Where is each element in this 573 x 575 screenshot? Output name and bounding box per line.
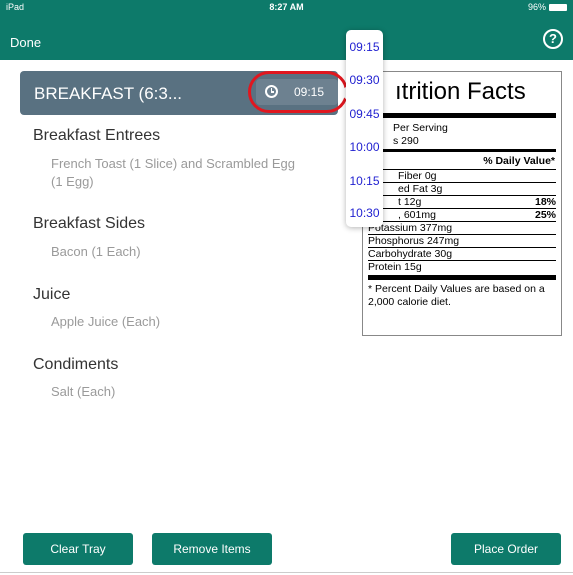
section-item: (1 Egg) (51, 174, 94, 189)
nutrition-footnote: * Percent Daily Values are based on a 2,… (368, 283, 545, 308)
time-option[interactable]: 10:15 (346, 174, 383, 188)
nutrient-row: Potassium 377mg (368, 221, 556, 234)
nav-bar: Done ? (0, 14, 573, 60)
nutrient-label: t 12g (398, 196, 422, 208)
time-dropdown: 09:15 09:30 09:45 10:00 10:15 10:30 (346, 30, 383, 227)
nutrition-divider (368, 113, 556, 118)
nutrient-label: , 601mg (398, 209, 436, 221)
nutrition-calories: s 290 (393, 135, 419, 147)
section-item: French Toast (1 Slice) and Scrambled Egg (51, 156, 295, 171)
nutrient-label: Phosphorus 247mg (368, 235, 460, 247)
help-icon[interactable]: ? (543, 29, 563, 49)
time-option[interactable]: 10:30 (346, 206, 383, 220)
nutrient-row: Phosphorus 247mg (368, 234, 556, 247)
section-item: Salt (Each) (51, 384, 116, 399)
section-item: Apple Juice (Each) (51, 314, 161, 329)
nutrient-label: Fiber 0g (398, 170, 437, 182)
meal-title: BREAKFAST (6:3... (34, 84, 183, 103)
section-title: Condiments (33, 356, 119, 373)
daily-value-header: % Daily Value* (483, 155, 555, 167)
nutrient-row: ed Fat 3g (368, 182, 556, 195)
nutrition-divider (368, 275, 556, 280)
status-time: 8:27 AM (269, 2, 304, 12)
time-option[interactable]: 09:15 (346, 40, 383, 54)
nutrition-title: ıtrition Facts (395, 78, 526, 105)
nutrition-facts-panel: ıtrition Facts Per Serving s 290 % Daily… (362, 71, 562, 336)
time-option[interactable]: 09:45 (346, 107, 383, 121)
nutrient-row: Fiber 0g (368, 169, 556, 182)
section-title: Breakfast Entrees (33, 127, 161, 144)
highlight-annotation (248, 71, 348, 113)
nutrient-label: ed Fat 3g (398, 183, 443, 195)
nutrient-row: Protein 15g (368, 260, 556, 273)
done-button[interactable]: Done (10, 35, 41, 50)
battery-icon (549, 3, 567, 11)
time-option[interactable]: 09:30 (346, 73, 383, 87)
nutrient-row: , 601mg 25% (368, 208, 556, 221)
nutrient-label: Carbohydrate 30g (368, 248, 453, 260)
time-option[interactable]: 10:00 (346, 140, 383, 154)
nutrition-divider (368, 149, 556, 152)
clear-tray-button[interactable]: Clear Tray (23, 533, 133, 565)
section-title: Breakfast Sides (33, 215, 146, 232)
nutrition-serving: Per Serving (393, 122, 448, 134)
place-order-button[interactable]: Place Order (451, 533, 561, 565)
section-title: Juice (33, 286, 71, 303)
nutrient-label: Protein 15g (368, 261, 422, 273)
remove-items-button[interactable]: Remove Items (152, 533, 272, 565)
nutrient-pct: 18% (534, 196, 556, 208)
battery-percent: 96% (527, 2, 546, 12)
nutrient-row: t 12g 18% (368, 195, 556, 208)
nutrient-pct: 25% (534, 209, 556, 221)
status-bar: iPad 8:27 AM 96% (0, 0, 573, 14)
battery-indicator: 96% (528, 2, 567, 12)
nutrient-row: Carbohydrate 30g (368, 247, 556, 260)
bottom-divider (0, 572, 573, 573)
section-item: Bacon (1 Each) (51, 244, 141, 259)
